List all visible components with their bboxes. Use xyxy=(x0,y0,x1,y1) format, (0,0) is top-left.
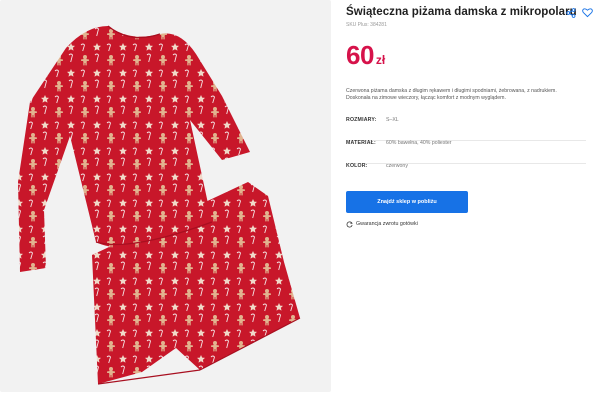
product-image[interactable] xyxy=(0,0,331,392)
share-icon[interactable] xyxy=(566,8,576,18)
sku-code: SKU Plus: 384281 xyxy=(346,22,387,28)
title-row: Świąteczna piżama damska z mikropolaru xyxy=(346,6,593,20)
price-amount: 60 xyxy=(346,40,374,70)
attribute-label: ROZMIARY: xyxy=(346,117,377,123)
price: 60 zł xyxy=(346,40,385,70)
attribute-label: KOLOR: xyxy=(346,163,368,169)
attribute-value: S–XL xyxy=(386,117,399,123)
price-currency: zł xyxy=(375,53,386,67)
find-store-button[interactable]: Znajdź sklep w pobliżu xyxy=(346,191,468,213)
attribute-label: MATERIAŁ: xyxy=(346,140,376,146)
attribute-color: KOLOR: czerwony xyxy=(346,163,586,187)
guarantee-label: Gwarancja zwrotu gotówki xyxy=(356,221,418,227)
attribute-material: MATERIAŁ: 60% bawełna, 40% poliester xyxy=(346,140,586,164)
refresh-icon xyxy=(346,220,353,227)
attribute-sizes: ROZMIARY: S–XL xyxy=(346,117,586,141)
product-title: Świąteczna piżama damska z mikropolaru xyxy=(346,6,577,18)
refund-guarantee[interactable]: Gwarancja zwrotu gotówki xyxy=(346,219,418,229)
attribute-value: 60% bawełna, 40% poliester xyxy=(386,140,452,146)
pajama-illustration xyxy=(18,25,301,385)
attribute-value: czerwony xyxy=(386,163,408,169)
product-description: Czerwona piżama damska z długim rękawem … xyxy=(346,88,557,101)
product-details: Świąteczna piżama damska z mikropolaru S… xyxy=(346,0,593,400)
heart-icon[interactable] xyxy=(582,7,593,18)
